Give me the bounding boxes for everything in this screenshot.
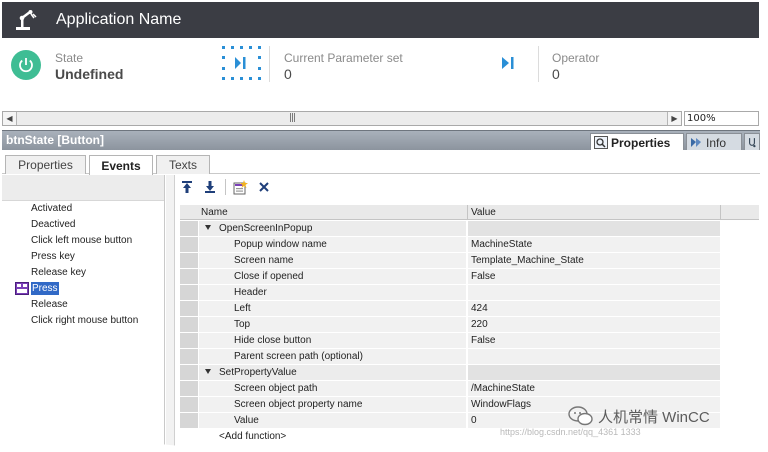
watermark-text: 人机常情 WinCC (598, 408, 710, 426)
table-row[interactable]: Header (180, 285, 759, 301)
scroll-right-icon[interactable]: ▶ (667, 112, 681, 125)
table-row[interactable]: Screen name Template_Machine_State (180, 253, 759, 269)
table-row[interactable]: Parent screen path (optional) (180, 349, 759, 365)
events-list-header (2, 175, 164, 201)
divider (538, 46, 539, 82)
info-icon (691, 138, 701, 147)
tab-info[interactable]: Info (686, 133, 742, 151)
tab-properties-label: Properties (611, 135, 671, 150)
table-row[interactable]: Left 424 (180, 301, 759, 317)
move-up-icon (182, 181, 192, 193)
function-toolbar (176, 176, 759, 198)
power-icon (19, 58, 33, 73)
delete-icon (259, 182, 269, 192)
torn-edge (0, 442, 768, 452)
list-item[interactable]: Press key (2, 249, 164, 265)
zoom-field[interactable]: 100% (684, 111, 759, 126)
grid-header: Name Value (180, 205, 759, 220)
script-icon (15, 282, 29, 295)
table-row[interactable]: Top 220 (180, 317, 759, 333)
table-row[interactable]: Close if opened False (180, 269, 759, 285)
table-row[interactable]: SetPropertyValue (180, 365, 759, 381)
column-divider[interactable] (467, 205, 468, 220)
tab-subtab-properties[interactable]: Properties (5, 155, 86, 174)
column-divider[interactable] (720, 205, 721, 220)
operator-value: 0 (552, 66, 560, 82)
table-row[interactable]: Popup window name MachineState (180, 237, 759, 253)
scroll-left-icon[interactable]: ◀ (3, 112, 17, 125)
list-item[interactable]: Deactived (2, 217, 164, 233)
inspector-title: btnState [Button] (6, 133, 104, 147)
watermark: 人机常情 WinCC (568, 405, 710, 427)
move-down-icon (205, 181, 215, 193)
divider (269, 46, 270, 82)
robot-arm-icon (16, 10, 37, 30)
tab-events[interactable]: Events (89, 155, 153, 175)
tab-diagnostics[interactable] (744, 133, 760, 151)
state-value: Undefined (55, 66, 124, 82)
expand-arrow-icon[interactable] (205, 369, 211, 374)
list-item[interactable]: Release key (2, 265, 164, 281)
properties-icon (594, 136, 608, 149)
pane-splitter[interactable] (166, 175, 175, 450)
diagnostics-icon (749, 138, 756, 148)
app-header: Application Name (2, 2, 759, 38)
toolbar-divider (225, 179, 226, 195)
table-row[interactable]: Screen object path/MachineState (180, 381, 759, 397)
tab-info-label: Info (706, 135, 727, 150)
tab-texts[interactable]: Texts (156, 155, 210, 174)
state-label: State (55, 51, 84, 65)
inspector-subtabs: Properties Events Texts (2, 150, 760, 175)
skip-to-end-icon[interactable] (499, 54, 517, 72)
scroll-grip-icon[interactable]: ||| (289, 113, 296, 123)
column-value-header: Value (471, 207, 496, 218)
status-panel: State Undefined Current Parameter set 0 … (2, 38, 759, 111)
list-item[interactable]: Click right mouse button (2, 313, 164, 329)
parameter-set-label: Current Parameter set (284, 51, 403, 65)
wechat-icon (568, 406, 593, 426)
table-row[interactable]: Hide close button False (180, 333, 759, 349)
parameter-set-value: 0 (284, 66, 292, 82)
insert-function-icon (233, 180, 248, 195)
expand-arrow-icon[interactable] (205, 225, 211, 230)
events-list: Activated Deactived Click left mouse but… (2, 175, 165, 450)
list-item[interactable]: Activated (2, 201, 164, 217)
list-item-selected[interactable]: Press (2, 281, 164, 297)
state-power-button[interactable] (11, 50, 41, 80)
app-title: Application Name (56, 11, 182, 28)
move-up-button[interactable] (179, 179, 195, 195)
column-name-header: Name (201, 207, 228, 218)
list-item[interactable]: Click left mouse button (2, 233, 164, 249)
tab-properties[interactable]: Properties (590, 133, 684, 151)
delete-button[interactable] (256, 179, 272, 195)
inspector-title-bar: btnState [Button] Properties Info (2, 130, 760, 151)
table-row[interactable]: OpenScreenInPopup (180, 221, 759, 237)
list-item[interactable]: Release (2, 297, 164, 313)
horizontal-scrollbar[interactable]: ◀ ||| ▶ (2, 111, 682, 126)
operator-label: Operator (552, 51, 600, 65)
skip-to-end-frame-icon[interactable] (220, 44, 264, 82)
insert-function-button[interactable] (233, 179, 249, 195)
move-down-button[interactable] (202, 179, 218, 195)
